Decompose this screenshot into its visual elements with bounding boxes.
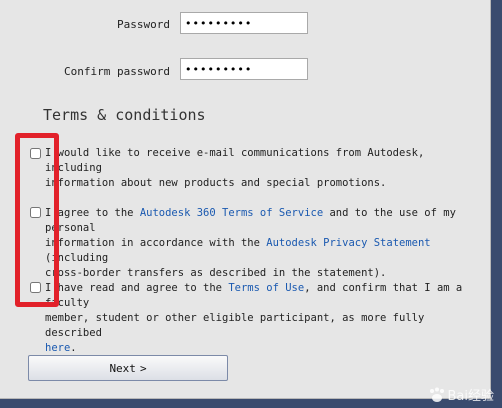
confirm-password-input[interactable]	[180, 58, 308, 80]
password-label: Password	[117, 18, 170, 31]
privacy-statement-link[interactable]: Autodesk Privacy Statement	[266, 237, 430, 249]
terms-title: Terms & conditions	[43, 106, 206, 124]
next-button-label: Next	[109, 361, 136, 375]
highlight-annotation	[15, 133, 59, 307]
watermark: Bai经验	[428, 385, 495, 404]
autodesk-360-tos-link[interactable]: Autodesk 360 Terms of Service	[140, 207, 323, 219]
terms-of-use-text: I have read and agree to the Terms of Us…	[45, 282, 463, 354]
email-communications-text: I would like to receive e-mail communica…	[45, 147, 425, 189]
password-input[interactable]	[180, 12, 308, 34]
registration-panel: Password Confirm password Terms & condit…	[0, 0, 491, 399]
next-button[interactable]: Next >	[28, 355, 228, 381]
watermark-text: Bai经验	[447, 389, 495, 404]
here-link[interactable]: here	[45, 342, 70, 354]
chevron-right-icon: >	[139, 361, 147, 375]
paw-icon	[429, 387, 444, 402]
terms-of-service-text: I agree to the Autodesk 360 Terms of Ser…	[45, 207, 456, 279]
confirm-password-label: Confirm password	[64, 65, 170, 78]
terms-of-use-link[interactable]: Terms of Use	[228, 282, 304, 294]
